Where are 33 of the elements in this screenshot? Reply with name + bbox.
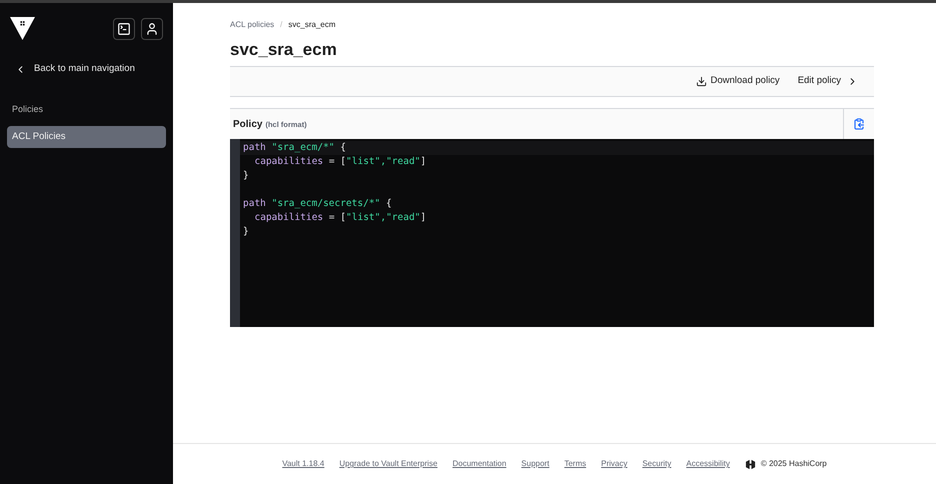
download-icon bbox=[696, 76, 706, 87]
code-line: capabilities = ["list","read"] bbox=[254, 211, 428, 225]
edit-button[interactable]: Edit policy bbox=[798, 74, 858, 89]
page-title: svc_sra_ecm bbox=[230, 41, 338, 58]
terminal-icon bbox=[117, 22, 131, 36]
footer-link[interactable]: Vault 1.18.4 bbox=[282, 458, 324, 470]
breadcrumb-current: svc_sra_ecm bbox=[288, 19, 336, 31]
console-button[interactable] bbox=[113, 18, 135, 40]
footer-link[interactable]: Privacy bbox=[601, 458, 628, 470]
breadcrumb-separator: / bbox=[280, 19, 282, 31]
user-button[interactable] bbox=[141, 18, 163, 40]
breadcrumb-link[interactable]: ACL policies bbox=[230, 19, 274, 31]
clipboard-icon bbox=[853, 118, 865, 130]
back-link[interactable]: Back to main navigation bbox=[15, 62, 173, 76]
user-icon bbox=[145, 22, 159, 36]
code-line: path "sra_ecm/secrets/*" { bbox=[242, 197, 393, 211]
download-button[interactable]: Download policy bbox=[696, 74, 780, 89]
logo-icon[interactable] bbox=[10, 16, 35, 41]
copyright: © 2025 HashiCorp bbox=[760, 458, 827, 470]
footer-link[interactable]: Support bbox=[521, 458, 550, 470]
policy-label: Policy bbox=[233, 118, 262, 132]
footer-link[interactable]: Terms bbox=[564, 458, 586, 470]
copy-button[interactable] bbox=[853, 118, 865, 130]
code-line: } bbox=[242, 169, 250, 183]
footer-link[interactable]: Accessibility bbox=[686, 458, 730, 470]
footer-link[interactable]: Security bbox=[642, 458, 672, 470]
footer-link[interactable]: Documentation bbox=[452, 458, 506, 470]
sidebar-item[interactable]: ACL Policies bbox=[7, 126, 166, 148]
logo-icon bbox=[744, 458, 756, 470]
code-line: } bbox=[242, 225, 250, 239]
code-line: capabilities = ["list","read"] bbox=[254, 155, 428, 169]
footer-link[interactable]: Upgrade to Vault Enterprise bbox=[339, 458, 438, 470]
section-title: Policies bbox=[12, 103, 44, 116]
